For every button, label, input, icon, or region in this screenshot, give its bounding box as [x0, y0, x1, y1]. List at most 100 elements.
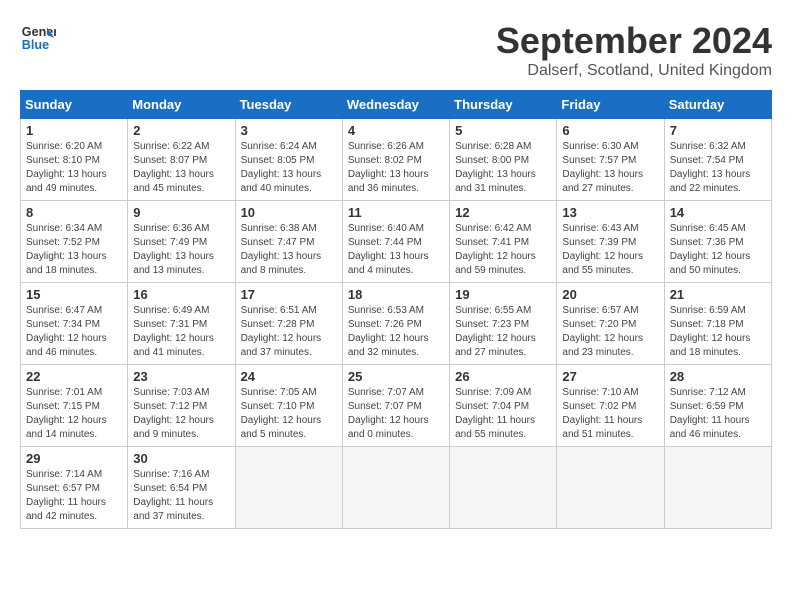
calendar-week-5: 29 Sunrise: 7:14 AM Sunset: 6:57 PM Dayli… [21, 447, 772, 529]
weekday-header-thursday: Thursday [450, 91, 557, 119]
weekday-header-wednesday: Wednesday [342, 91, 449, 119]
day-number: 28 [670, 369, 766, 384]
calendar-body: 1 Sunrise: 6:20 AM Sunset: 8:10 PM Daylig… [21, 119, 772, 529]
day-number: 13 [562, 205, 658, 220]
calendar-cell [450, 447, 557, 529]
day-number: 21 [670, 287, 766, 302]
calendar-cell: 20 Sunrise: 6:57 AM Sunset: 7:20 PM Dayli… [557, 283, 664, 365]
calendar-cell: 21 Sunrise: 6:59 AM Sunset: 7:18 PM Dayli… [664, 283, 771, 365]
day-number: 24 [241, 369, 337, 384]
calendar-cell [557, 447, 664, 529]
calendar-cell: 14Sunrise: 6:45 AM Sunset: 7:36 PM Dayli… [664, 201, 771, 283]
day-number: 3 [241, 123, 337, 138]
calendar-cell: 23 Sunrise: 7:03 AM Sunset: 7:12 PM Dayli… [128, 365, 235, 447]
day-number: 8 [26, 205, 122, 220]
calendar-cell: 29 Sunrise: 7:14 AM Sunset: 6:57 PM Dayli… [21, 447, 128, 529]
day-info: Sunrise: 7:05 AM Sunset: 7:10 PM Dayligh… [241, 386, 337, 442]
calendar-week-3: 15 Sunrise: 6:47 AM Sunset: 7:34 PM Dayli… [21, 283, 772, 365]
calendar-cell: 15 Sunrise: 6:47 AM Sunset: 7:34 PM Dayli… [21, 283, 128, 365]
calendar-cell: 2 Sunrise: 6:22 AM Sunset: 8:07 PM Daylig… [128, 119, 235, 201]
day-info: Sunrise: 6:59 AM Sunset: 7:18 PM Dayligh… [670, 304, 766, 360]
day-info: Sunrise: 6:32 AM Sunset: 7:54 PM Dayligh… [670, 140, 766, 196]
day-info: Sunrise: 6:20 AM Sunset: 8:10 PM Dayligh… [26, 140, 122, 196]
day-number: 7 [670, 123, 766, 138]
day-info: Sunrise: 6:55 AM Sunset: 7:23 PM Dayligh… [455, 304, 551, 360]
calendar-cell: 3 Sunrise: 6:24 AM Sunset: 8:05 PM Daylig… [235, 119, 342, 201]
day-info: Sunrise: 6:26 AM Sunset: 8:02 PM Dayligh… [348, 140, 444, 196]
calendar-cell: 1 Sunrise: 6:20 AM Sunset: 8:10 PM Daylig… [21, 119, 128, 201]
day-info: Sunrise: 7:03 AM Sunset: 7:12 PM Dayligh… [133, 386, 229, 442]
day-number: 19 [455, 287, 551, 302]
day-number: 17 [241, 287, 337, 302]
day-info: Sunrise: 6:42 AM Sunset: 7:41 PM Dayligh… [455, 222, 551, 278]
day-info: Sunrise: 6:57 AM Sunset: 7:20 PM Dayligh… [562, 304, 658, 360]
day-number: 18 [348, 287, 444, 302]
calendar-cell: 9 Sunrise: 6:36 AM Sunset: 7:49 PM Daylig… [128, 201, 235, 283]
day-info: Sunrise: 6:43 AM Sunset: 7:39 PM Dayligh… [562, 222, 658, 278]
day-info: Sunrise: 6:53 AM Sunset: 7:26 PM Dayligh… [348, 304, 444, 360]
location-title: Dalserf, Scotland, United Kingdom [496, 62, 772, 80]
day-number: 23 [133, 369, 229, 384]
calendar-cell: 25 Sunrise: 7:07 AM Sunset: 7:07 PM Dayli… [342, 365, 449, 447]
day-number: 12 [455, 205, 551, 220]
calendar-cell [664, 447, 771, 529]
day-number: 6 [562, 123, 658, 138]
day-info: Sunrise: 6:47 AM Sunset: 7:34 PM Dayligh… [26, 304, 122, 360]
day-info: Sunrise: 7:12 AM Sunset: 6:59 PM Dayligh… [670, 386, 766, 442]
day-info: Sunrise: 6:24 AM Sunset: 8:05 PM Dayligh… [241, 140, 337, 196]
calendar-cell: 17Sunrise: 6:51 AM Sunset: 7:28 PM Dayli… [235, 283, 342, 365]
day-number: 10 [241, 205, 337, 220]
day-number: 11 [348, 205, 444, 220]
calendar-week-4: 22Sunrise: 7:01 AM Sunset: 7:15 PM Dayli… [21, 365, 772, 447]
day-info: Sunrise: 6:30 AM Sunset: 7:57 PM Dayligh… [562, 140, 658, 196]
day-number: 15 [26, 287, 122, 302]
weekday-header-tuesday: Tuesday [235, 91, 342, 119]
calendar-cell: 6 Sunrise: 6:30 AM Sunset: 7:57 PM Daylig… [557, 119, 664, 201]
day-info: Sunrise: 6:22 AM Sunset: 8:07 PM Dayligh… [133, 140, 229, 196]
day-number: 20 [562, 287, 658, 302]
day-number: 27 [562, 369, 658, 384]
day-info: Sunrise: 6:34 AM Sunset: 7:52 PM Dayligh… [26, 222, 122, 278]
calendar-cell: 7 Sunrise: 6:32 AM Sunset: 7:54 PM Daylig… [664, 119, 771, 201]
calendar-cell: 4 Sunrise: 6:26 AM Sunset: 8:02 PM Daylig… [342, 119, 449, 201]
day-number: 22 [26, 369, 122, 384]
calendar-cell: 8 Sunrise: 6:34 AM Sunset: 7:52 PM Daylig… [21, 201, 128, 283]
page-header: General Blue September 2024 Dalserf, Sco… [20, 20, 772, 80]
day-info: Sunrise: 6:49 AM Sunset: 7:31 PM Dayligh… [133, 304, 229, 360]
calendar-cell: 10 Sunrise: 6:38 AM Sunset: 7:47 PM Dayli… [235, 201, 342, 283]
day-number: 2 [133, 123, 229, 138]
calendar-cell: 13 Sunrise: 6:43 AM Sunset: 7:39 PM Dayli… [557, 201, 664, 283]
day-number: 16 [133, 287, 229, 302]
weekday-header-friday: Friday [557, 91, 664, 119]
day-number: 30 [133, 451, 229, 466]
calendar-cell: 5Sunrise: 6:28 AM Sunset: 8:00 PM Daylig… [450, 119, 557, 201]
day-info: Sunrise: 6:28 AM Sunset: 8:00 PM Dayligh… [455, 140, 551, 196]
day-info: Sunrise: 6:36 AM Sunset: 7:49 PM Dayligh… [133, 222, 229, 278]
day-info: Sunrise: 7:16 AM Sunset: 6:54 PM Dayligh… [133, 468, 229, 524]
calendar-cell: 26Sunrise: 7:09 AM Sunset: 7:04 PM Dayli… [450, 365, 557, 447]
calendar-cell [342, 447, 449, 529]
day-number: 4 [348, 123, 444, 138]
weekday-header-row: SundayMondayTuesdayWednesdayThursdayFrid… [21, 91, 772, 119]
day-info: Sunrise: 6:38 AM Sunset: 7:47 PM Dayligh… [241, 222, 337, 278]
calendar-table: SundayMondayTuesdayWednesdayThursdayFrid… [20, 90, 772, 529]
day-number: 14 [670, 205, 766, 220]
day-number: 25 [348, 369, 444, 384]
calendar-cell: 12 Sunrise: 6:42 AM Sunset: 7:41 PM Dayli… [450, 201, 557, 283]
day-info: Sunrise: 7:07 AM Sunset: 7:07 PM Dayligh… [348, 386, 444, 442]
day-number: 29 [26, 451, 122, 466]
calendar-cell: 18 Sunrise: 6:53 AM Sunset: 7:26 PM Dayli… [342, 283, 449, 365]
calendar-cell: 28 Sunrise: 7:12 AM Sunset: 6:59 PM Dayli… [664, 365, 771, 447]
logo: General Blue [20, 20, 56, 56]
day-info: Sunrise: 7:14 AM Sunset: 6:57 PM Dayligh… [26, 468, 122, 524]
day-info: Sunrise: 7:10 AM Sunset: 7:02 PM Dayligh… [562, 386, 658, 442]
day-number: 26 [455, 369, 551, 384]
calendar-cell: 19 Sunrise: 6:55 AM Sunset: 7:23 PM Dayli… [450, 283, 557, 365]
weekday-header-monday: Monday [128, 91, 235, 119]
day-number: 9 [133, 205, 229, 220]
day-info: Sunrise: 6:40 AM Sunset: 7:44 PM Dayligh… [348, 222, 444, 278]
day-number: 1 [26, 123, 122, 138]
month-title: September 2024 [496, 20, 772, 62]
svg-text:Blue: Blue [22, 38, 49, 52]
weekday-header-saturday: Saturday [664, 91, 771, 119]
